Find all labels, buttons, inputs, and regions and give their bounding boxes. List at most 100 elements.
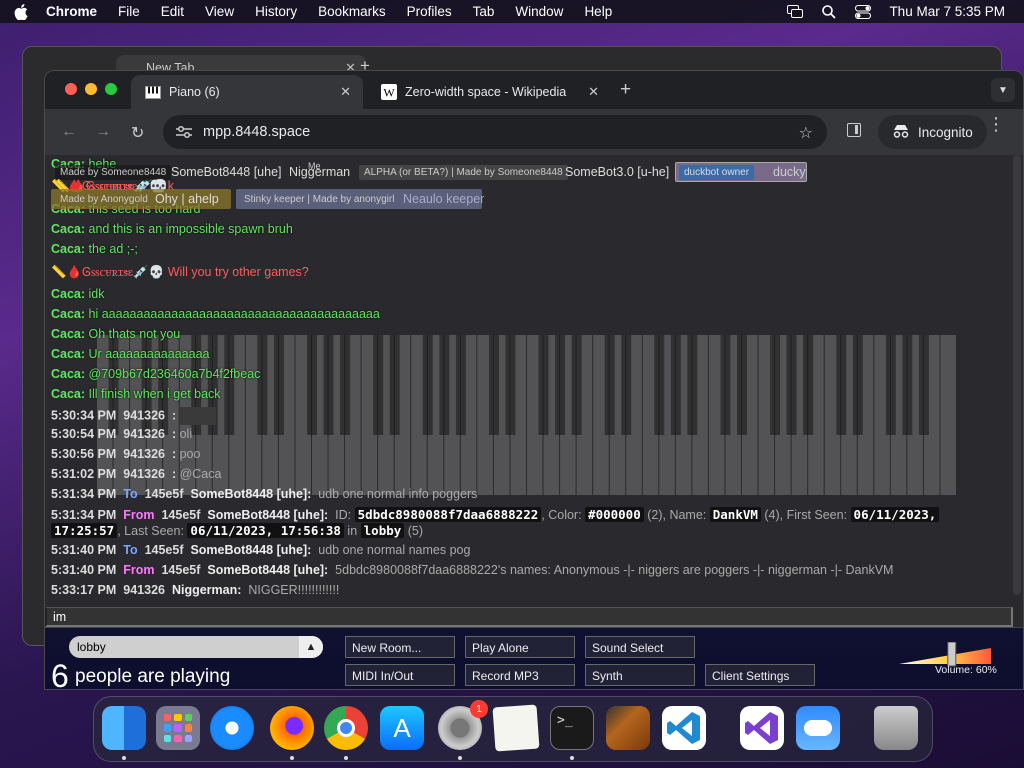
black-key[interactable] [902, 335, 913, 435]
black-key[interactable] [737, 335, 747, 435]
black-key[interactable] [340, 335, 351, 435]
black-key[interactable] [786, 335, 797, 435]
menu-profiles[interactable]: Profiles [407, 4, 452, 19]
garageband-icon[interactable] [606, 706, 650, 750]
apple-icon[interactable] [14, 3, 28, 20]
menu-file[interactable]: File [118, 4, 140, 19]
url-text[interactable]: mpp.8448.space [203, 124, 310, 140]
page-scrollbar[interactable] [1013, 155, 1021, 595]
close-tab-icon[interactable]: ✕ [340, 84, 351, 100]
minimize-window-button[interactable] [85, 83, 97, 95]
black-key[interactable] [439, 335, 450, 435]
black-key[interactable] [852, 335, 863, 435]
incognito-badge[interactable]: Incognito [878, 115, 987, 149]
firefox-icon[interactable] [270, 706, 314, 750]
black-key[interactable] [885, 335, 896, 435]
user-name[interactable]: Niggerman [289, 165, 350, 179]
address-bar[interactable]: mpp.8448.space ☆ [163, 115, 827, 149]
black-key[interactable] [273, 335, 284, 435]
room-select[interactable]: lobby ▲ [69, 636, 323, 658]
textedit-icon[interactable] [492, 704, 540, 752]
black-key[interactable] [389, 335, 400, 435]
chat-user-id[interactable]: 145e5f [145, 487, 184, 501]
black-key[interactable] [836, 335, 847, 435]
white-key[interactable] [940, 335, 956, 495]
chat-username[interactable]: SomeBot8448 [uhe]: [207, 508, 328, 522]
close-window-button[interactable] [65, 83, 77, 95]
launchpad-icon[interactable] [156, 706, 200, 750]
black-key[interactable] [571, 335, 582, 435]
menu-view[interactable]: View [205, 4, 234, 19]
synth-button[interactable]: Synth [585, 664, 695, 686]
trash-icon[interactable] [874, 706, 918, 750]
back-arrow-icon[interactable]: ← [61, 123, 77, 141]
sound-select-button[interactable]: Sound Select [585, 636, 695, 658]
terminal-icon[interactable]: >_ [550, 706, 594, 750]
chat-user-id[interactable]: 941326 [123, 583, 165, 597]
chat-username[interactable]: Niggerman: [172, 583, 241, 597]
black-key[interactable] [720, 335, 731, 435]
chat-username[interactable]: Caca: [51, 367, 85, 381]
black-key[interactable] [488, 335, 499, 435]
black-key[interactable] [307, 335, 317, 435]
black-key[interactable] [373, 335, 384, 435]
reload-icon[interactable]: ↻ [131, 123, 144, 143]
chat-user-id[interactable]: 941326 [123, 447, 165, 461]
black-key[interactable] [918, 335, 929, 435]
chat-username[interactable]: SomeBot8448 [uhe]: [207, 563, 328, 577]
black-key[interactable] [654, 335, 665, 435]
bookmark-star-icon[interactable]: ☆ [799, 123, 813, 143]
midi-button[interactable]: MIDI In/Out [345, 664, 455, 686]
control-center-icon[interactable] [855, 4, 872, 19]
triangle-up-icon[interactable]: ▲ [299, 636, 323, 658]
user-name[interactable]: ducky [773, 165, 806, 179]
chat-username[interactable]: SomeBot8448 [uhe]: [190, 543, 311, 557]
volume-slider[interactable] [895, 642, 995, 682]
black-key[interactable] [621, 335, 632, 435]
forward-arrow-icon[interactable]: → [95, 123, 111, 141]
chat-username[interactable]: Caca: [51, 222, 85, 236]
black-key[interactable] [803, 335, 814, 435]
chat-username[interactable]: Caca: [51, 347, 85, 361]
menu-bookmarks[interactable]: Bookmarks [318, 4, 386, 19]
chat-input[interactable] [45, 607, 1013, 627]
menu-edit[interactable]: Edit [161, 4, 184, 19]
volume-knob[interactable] [947, 642, 957, 667]
black-key[interactable] [505, 335, 516, 435]
user-name[interactable]: Ohy | ahelp [155, 192, 219, 206]
black-key[interactable] [455, 335, 466, 435]
menu-history[interactable]: History [255, 4, 297, 19]
chat-username[interactable]: Caca: [51, 327, 85, 341]
app-store-icon[interactable]: A [380, 706, 424, 750]
zoom-window-button[interactable] [105, 83, 117, 95]
chat-user-id[interactable]: 941326 [123, 467, 165, 481]
tab-piano[interactable]: Piano (6) ✕ [131, 75, 363, 109]
safari-icon[interactable] [210, 706, 254, 750]
tab-search-chevron-icon[interactable]: ▼ [991, 78, 1015, 102]
user-name[interactable]: SomeBot8448 [uhe] [171, 165, 282, 179]
chat-user-id[interactable]: 941326 [123, 408, 165, 422]
new-tab-icon[interactable]: + [620, 79, 631, 101]
black-key[interactable] [538, 335, 549, 435]
chat-username[interactable]: SomeBot8448 [uhe]: [190, 487, 311, 501]
menu-bar-clock[interactable]: Thu Mar 7 5:35 PM [889, 4, 1005, 19]
black-key[interactable] [670, 335, 681, 435]
black-key[interactable] [422, 335, 433, 435]
chat-username[interactable]: Caca: [51, 307, 85, 321]
menu-window[interactable]: Window [515, 4, 563, 19]
black-key[interactable] [323, 335, 334, 435]
weather-icon[interactable] [796, 706, 840, 750]
screen-mirroring-icon[interactable] [787, 5, 804, 19]
menu-tab[interactable]: Tab [473, 4, 495, 19]
spotlight-search-icon[interactable] [821, 4, 837, 19]
chat-user-id[interactable]: 145e5f [161, 563, 200, 577]
black-key[interactable] [555, 335, 566, 435]
black-key[interactable] [257, 335, 268, 435]
site-info-icon[interactable] [175, 125, 193, 139]
chat-username[interactable]: 📏🩸Ꮆꮪꮪꮯꮜꭱꮖꮥꮛ💉💀 [51, 265, 164, 279]
chat-username[interactable]: Caca: [51, 287, 85, 301]
record-mp3-button[interactable]: Record MP3 [465, 664, 575, 686]
tab-wikipedia[interactable]: W Zero-width space - Wikipedia ✕ [367, 75, 611, 109]
play-alone-button[interactable]: Play Alone [465, 636, 575, 658]
side-panel-icon[interactable] [847, 123, 861, 137]
